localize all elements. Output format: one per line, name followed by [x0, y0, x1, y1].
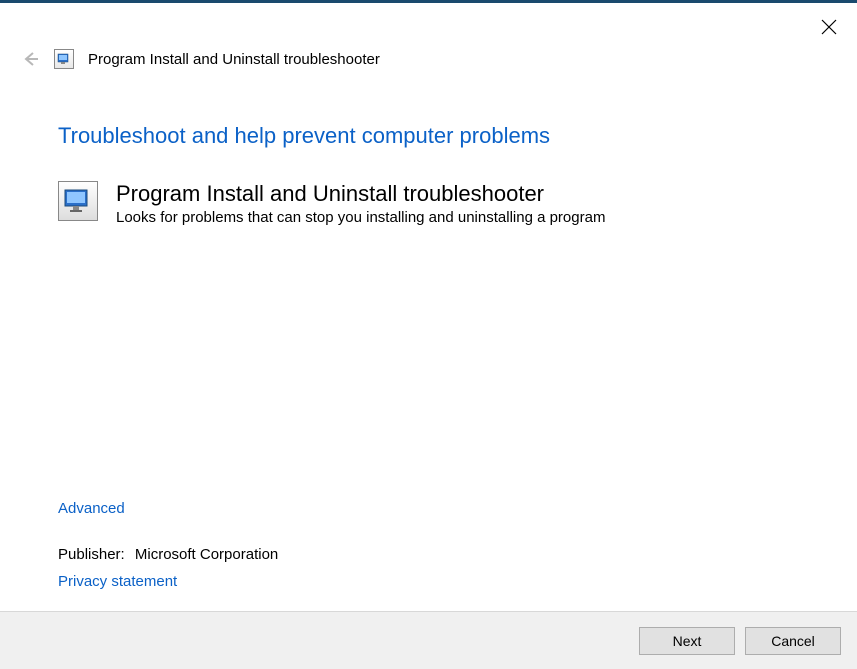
advanced-link[interactable]: Advanced	[58, 500, 125, 517]
next-button[interactable]: Next	[639, 627, 735, 655]
cancel-button[interactable]: Cancel	[745, 627, 841, 655]
troubleshooter-small-icon	[54, 49, 74, 69]
publisher-row: Publisher: Microsoft Corporation	[58, 546, 799, 563]
program-block: Program Install and Uninstall troublesho…	[58, 181, 799, 226]
header-row: Program Install and Uninstall troublesho…	[0, 43, 857, 75]
troubleshooter-large-icon	[58, 181, 98, 221]
program-text: Program Install and Uninstall troublesho…	[116, 181, 605, 226]
troubleshooter-window: Program Install and Uninstall troublesho…	[0, 3, 857, 669]
publisher-value: Microsoft Corporation	[135, 546, 278, 563]
program-title: Program Install and Uninstall troublesho…	[116, 181, 605, 207]
titlebar	[0, 3, 857, 43]
main-heading: Troubleshoot and help prevent computer p…	[58, 123, 799, 149]
close-icon	[821, 19, 837, 35]
bottom-links: Advanced Publisher: Microsoft Corporatio…	[58, 500, 799, 591]
close-button[interactable]	[813, 11, 845, 43]
back-button[interactable]	[20, 49, 40, 69]
header-title: Program Install and Uninstall troublesho…	[88, 51, 380, 68]
privacy-statement-link[interactable]: Privacy statement	[58, 573, 177, 590]
program-description: Looks for problems that can stop you ins…	[116, 209, 605, 226]
footer: Next Cancel	[0, 611, 857, 669]
content-area: Troubleshoot and help prevent computer p…	[0, 75, 857, 611]
back-arrow-icon	[21, 50, 39, 68]
publisher-label: Publisher:	[58, 546, 125, 563]
